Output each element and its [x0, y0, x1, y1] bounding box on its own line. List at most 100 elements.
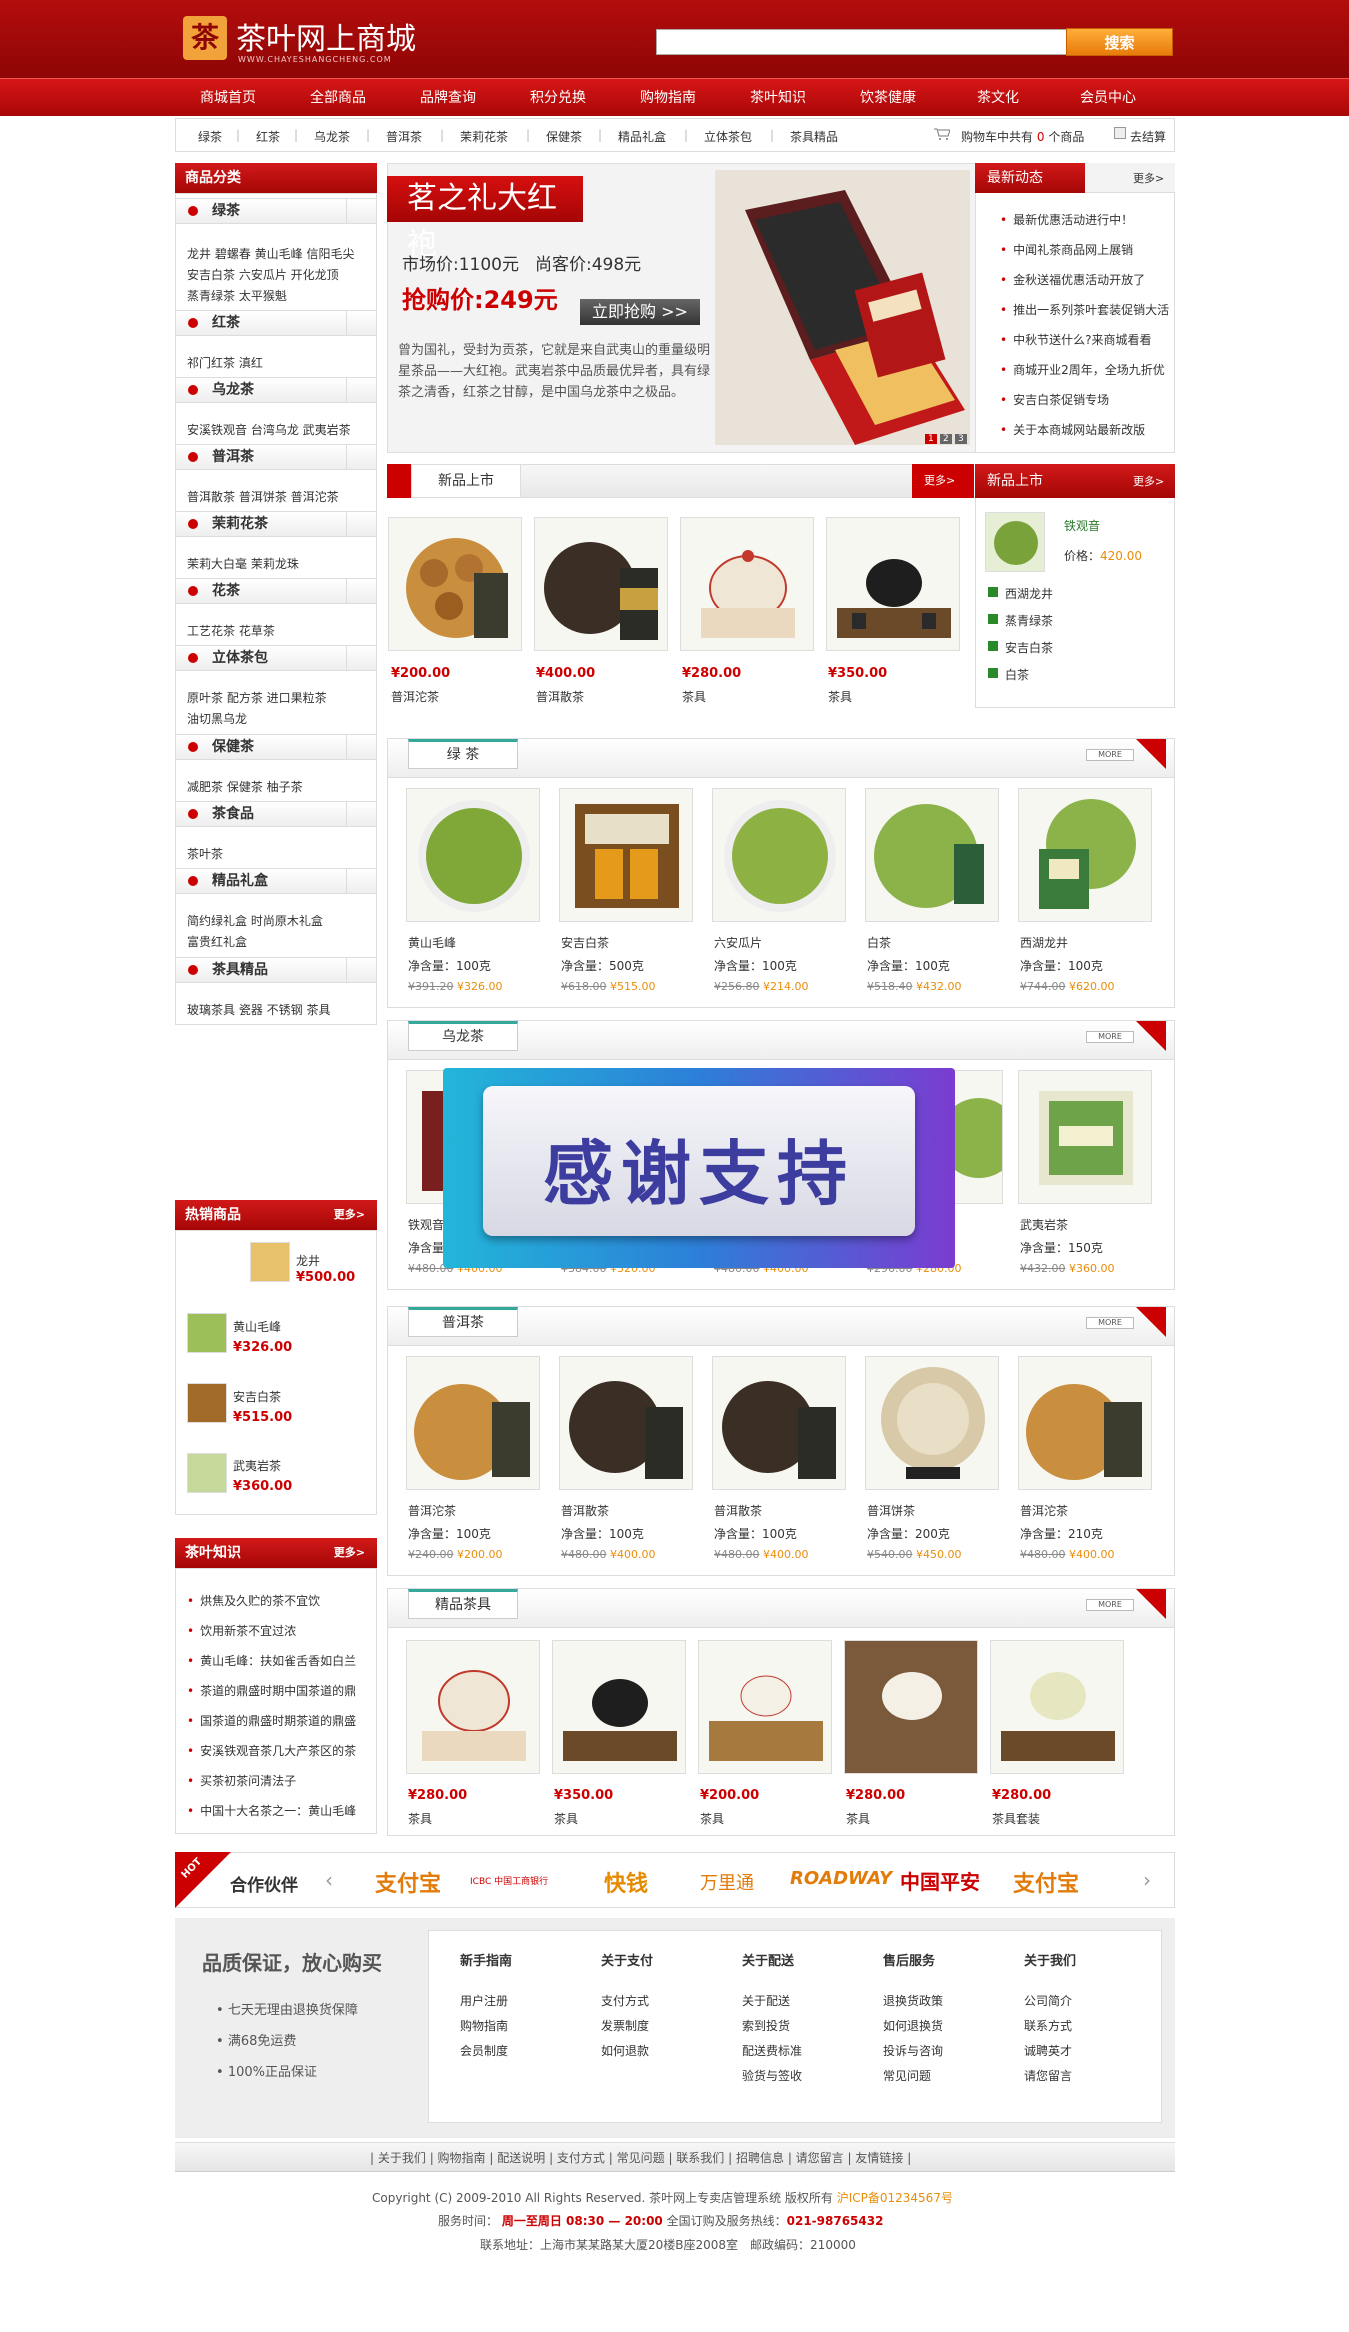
news-item[interactable]: 最新优惠活动进行中！ — [1000, 211, 1133, 228]
product-name[interactable]: 铁观音 — [408, 1216, 444, 1233]
footer-bar-link[interactable]: 招聘信息 — [736, 2151, 784, 2165]
featured-name[interactable]: 铁观音 — [1064, 517, 1100, 534]
site-title[interactable]: 茶叶网上商城 — [236, 14, 416, 58]
nav-item[interactable]: 饮茶健康 — [833, 79, 943, 117]
news-item[interactable]: 商城开业2周年，全场九折优 — [1000, 361, 1165, 378]
buy-now-button[interactable]: 立即抢购 >> — [580, 299, 700, 325]
newright-item[interactable]: 安吉白茶 — [1005, 639, 1053, 656]
product-image[interactable] — [865, 1356, 999, 1490]
product-image[interactable] — [990, 1640, 1124, 1774]
category-links[interactable]: 茉莉大白毫 茉莉龙珠 — [187, 554, 372, 575]
subnav-item[interactable]: 红茶 — [256, 128, 280, 145]
product-image[interactable] — [406, 1356, 540, 1490]
category-links[interactable]: 龙井 碧螺春 黄山毛峰 信阳毛尖 安吉白茶 六安瓜片 开化龙顶 蒸青绿茶 太平猴魁 — [187, 244, 372, 307]
product-image[interactable] — [712, 788, 846, 922]
product-name[interactable]: 茶具 — [700, 1810, 724, 1827]
footer-link[interactable]: 验货与签收 — [742, 2067, 802, 2084]
footer-link[interactable]: 投诉与咨询 — [883, 2042, 943, 2059]
section-title[interactable]: 精品茶具 — [408, 1589, 518, 1619]
section-title[interactable]: 普洱茶 — [408, 1307, 518, 1337]
product-name[interactable]: 茶具 — [682, 688, 706, 705]
section-title[interactable]: 绿 茶 — [408, 739, 518, 769]
category-links[interactable]: 茶叶茶 — [187, 844, 372, 865]
news-item[interactable]: 安吉白茶促销专场 — [1000, 391, 1109, 408]
footer-link[interactable]: 关于配送 — [742, 1992, 790, 2009]
more-button[interactable]: MORE — [1086, 1599, 1134, 1611]
subnav-item[interactable]: 茶具精品 — [790, 128, 838, 145]
nav-item[interactable]: 全部商品 — [283, 79, 393, 117]
category-links[interactable]: 玻璃茶具 瓷器 不锈钢 茶具 — [187, 1000, 372, 1021]
footer-link[interactable]: 诚聘英才 — [1024, 2042, 1072, 2059]
footer-bar-link[interactable]: 购物指南 — [438, 2151, 486, 2165]
subnav-item[interactable]: 茉莉花茶 — [460, 128, 508, 145]
category-teabag[interactable]: 立体茶包 — [175, 645, 377, 671]
partner-logo[interactable]: ICBC 中国工商银行 — [470, 1874, 548, 1887]
news-item[interactable]: 中闻礼茶商品网上展销 — [1000, 241, 1133, 258]
banner-page-dot[interactable]: 2 — [940, 434, 952, 444]
nav-item[interactable]: 商城首页 — [173, 79, 283, 117]
product-name[interactable]: 茶具套装 — [992, 1810, 1040, 1827]
category-puer[interactable]: 普洱茶 — [175, 444, 377, 470]
nav-item[interactable]: 茶文化 — [943, 79, 1053, 117]
checkout-link[interactable]: 去结算 — [1130, 128, 1166, 145]
hot-more-link[interactable]: 更多> — [334, 1200, 365, 1230]
footer-link[interactable]: 配送费标准 — [742, 2042, 802, 2059]
product-name[interactable]: 六安瓜片 — [714, 934, 762, 951]
nav-item[interactable]: 会员中心 — [1053, 79, 1163, 117]
product-image[interactable] — [865, 788, 999, 922]
category-links[interactable]: 原叶茶 配方茶 进口果粒茶 油切黑乌龙 — [187, 688, 372, 730]
category-links[interactable]: 简约绿礼盒 时尚原木礼盒 富贵红礼盒 — [187, 911, 372, 953]
footer-link[interactable]: 发票制度 — [601, 2017, 649, 2034]
newright-item[interactable]: 白茶 — [1005, 666, 1029, 683]
product-image[interactable] — [1018, 1356, 1152, 1490]
product-name[interactable]: 黄山毛峰 — [408, 934, 456, 951]
news-item[interactable]: 推出一系列茶叶套装促销大活 — [1000, 301, 1169, 318]
category-links[interactable]: 安溪铁观音 台湾乌龙 武夷岩茶 — [187, 420, 372, 441]
hot-product-name[interactable]: 龙井 — [296, 1252, 320, 1269]
product-image[interactable] — [953, 1070, 1003, 1204]
hot-product-image[interactable] — [187, 1383, 227, 1423]
category-health-tea[interactable]: 保健茶 — [175, 734, 377, 760]
product-name[interactable]: 普洱沱茶 — [391, 688, 439, 705]
knowledge-item[interactable]: 中国十大名茶之一：黄山毛峰 — [187, 1802, 356, 1819]
nav-item[interactable]: 购物指南 — [613, 79, 723, 117]
product-name[interactable]: 普洱沱茶 — [1020, 1502, 1068, 1519]
news-item[interactable]: 金秋送福优惠活动开放了 — [1000, 271, 1145, 288]
newright-item[interactable]: 蒸青绿茶 — [1005, 612, 1053, 629]
subnav-item[interactable]: 普洱茶 — [386, 128, 422, 145]
subnav-item[interactable]: 乌龙茶 — [314, 128, 350, 145]
nav-item[interactable]: 品牌查询 — [393, 79, 503, 117]
footer-link[interactable]: 请您留言 — [1024, 2067, 1072, 2084]
footer-bar-link[interactable]: 请您留言 — [796, 2151, 844, 2165]
footer-bar-link[interactable]: 联系我们 — [676, 2151, 724, 2165]
product-name[interactable]: 武夷岩茶 — [1020, 1216, 1068, 1233]
footer-bar-link[interactable]: 友情链接 — [855, 2151, 903, 2165]
product-image[interactable] — [1018, 1070, 1152, 1204]
partners-prev-icon[interactable]: ‹ — [325, 1868, 333, 1892]
product-image[interactable] — [680, 517, 814, 651]
subnav-item[interactable]: 保健茶 — [546, 128, 582, 145]
product-name[interactable]: 安吉白茶 — [561, 934, 609, 951]
banner-page-dot[interactable]: 1 — [925, 434, 937, 444]
category-links[interactable]: 祁门红茶 滇红 — [187, 353, 372, 374]
product-image[interactable] — [559, 788, 693, 922]
product-name[interactable]: 普洱散茶 — [561, 1502, 609, 1519]
category-jasmine[interactable]: 茉莉花茶 — [175, 511, 377, 537]
product-name[interactable]: 西湖龙井 — [1020, 934, 1068, 951]
partner-logo[interactable]: 快钱 — [604, 1866, 648, 1898]
footer-link[interactable]: 用户注册 — [460, 1992, 508, 2009]
footer-link[interactable]: 联系方式 — [1024, 2017, 1072, 2034]
knowledge-item[interactable]: 烘焦及久贮的茶不宜饮 — [187, 1592, 320, 1609]
footer-link[interactable]: 会员制度 — [460, 2042, 508, 2059]
product-image[interactable] — [559, 1356, 693, 1490]
banner-page-dot[interactable]: 3 — [955, 434, 967, 444]
knowledge-item[interactable]: 买茶初茶问清法子 — [187, 1772, 296, 1789]
footer-link[interactable]: 公司简介 — [1024, 1992, 1072, 2009]
subnav-item[interactable]: 立体茶包 — [704, 128, 752, 145]
category-oolong[interactable]: 乌龙茶 — [175, 377, 377, 403]
partner-logo[interactable]: 万里通 — [700, 1869, 754, 1895]
product-image[interactable] — [1018, 788, 1152, 922]
product-image[interactable] — [712, 1356, 846, 1490]
more-button[interactable]: MORE — [1086, 1031, 1134, 1043]
partner-logo[interactable]: ROADWAY — [790, 1868, 892, 1889]
